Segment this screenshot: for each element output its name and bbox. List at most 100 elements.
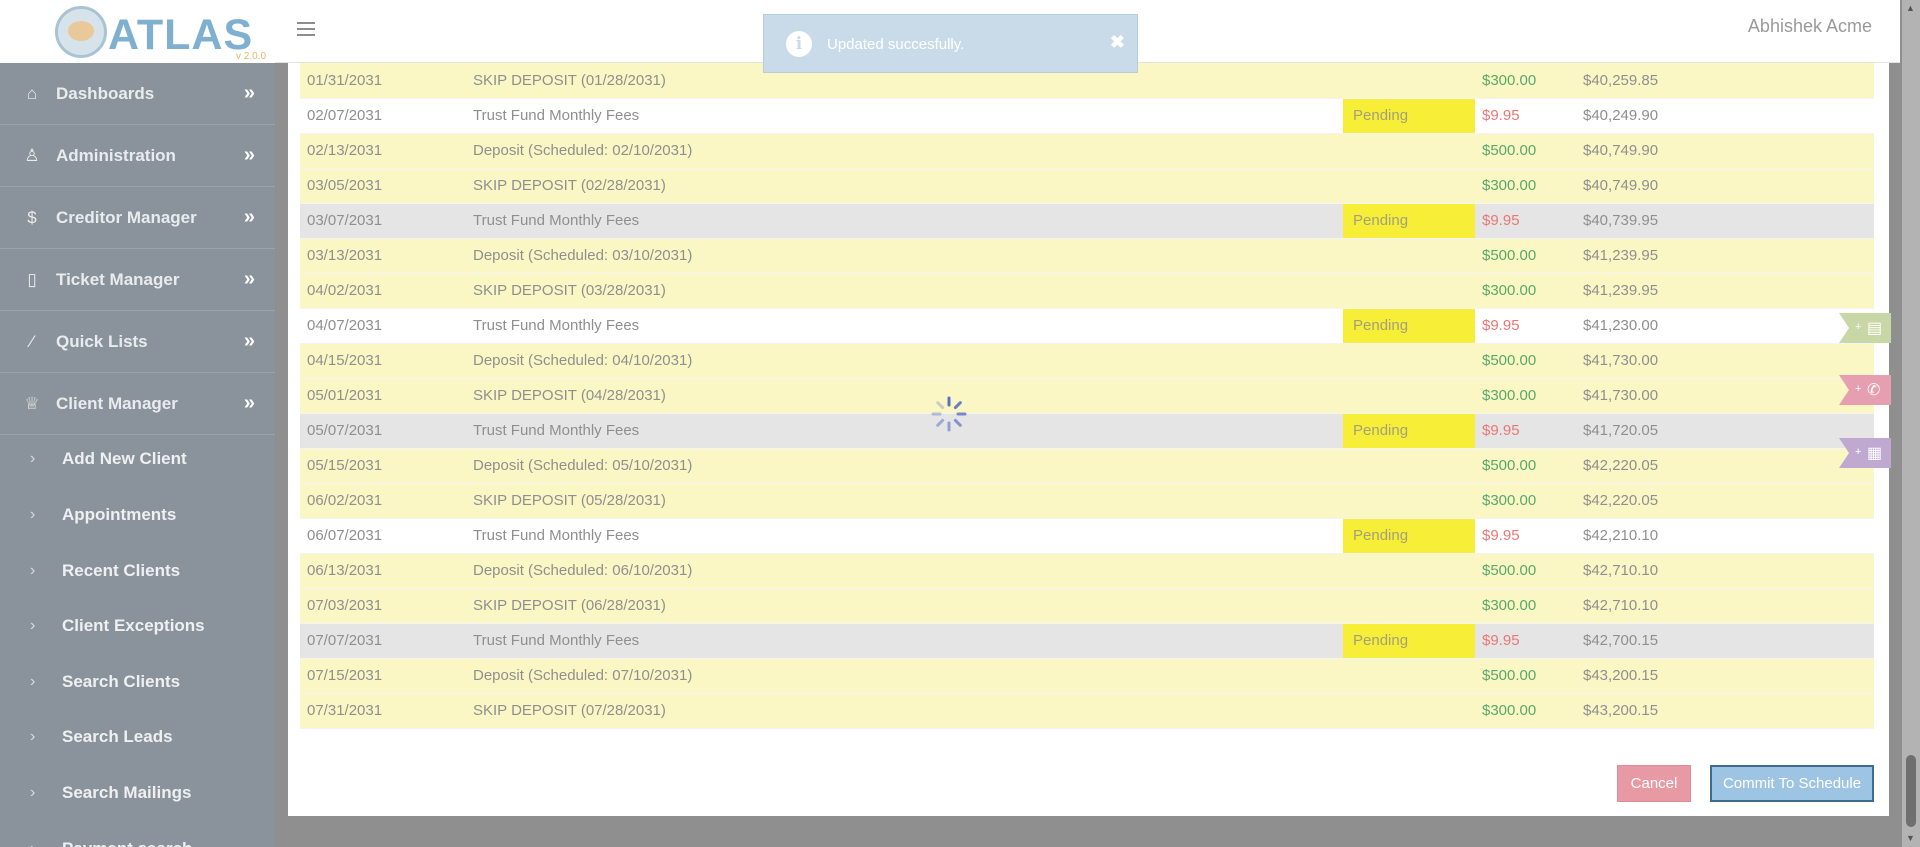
schedule-status: Pending bbox=[1343, 413, 1475, 449]
chevron-right-icon: › bbox=[30, 840, 44, 847]
schedule-description: SKIP DEPOSIT (05/28/2031) bbox=[460, 483, 1343, 519]
schedule-balance: $40,249.90 bbox=[1583, 98, 1874, 134]
sidebar-item-label: Dashboards bbox=[56, 83, 155, 103]
close-icon[interactable]: ✖ bbox=[1110, 32, 1125, 53]
schedule-description: SKIP DEPOSIT (07/28/2031) bbox=[460, 693, 1343, 729]
schedule-status bbox=[1343, 343, 1475, 379]
schedule-date: 07/03/2031 bbox=[300, 588, 460, 624]
chevron-right-icon: › bbox=[30, 450, 36, 467]
schedule-balance: $41,239.95 bbox=[1583, 273, 1874, 309]
schedule-description: SKIP DEPOSIT (06/28/2031) bbox=[460, 588, 1343, 624]
schedule-date: 04/07/2031 bbox=[300, 308, 460, 344]
schedule-row: 06/13/2031 Deposit (Scheduled: 06/10/2031… bbox=[300, 553, 1874, 589]
sidebar-subitem-search-clients[interactable]: › Search Clients bbox=[0, 654, 275, 710]
schedule-balance: $43,200.15 bbox=[1583, 693, 1874, 729]
schedule-amount: $500.00 bbox=[1475, 238, 1583, 274]
user-name[interactable]: Abhishek Acme bbox=[1748, 16, 1872, 37]
schedule-balance: $41,720.05 bbox=[1583, 413, 1874, 449]
schedule-amount: $9.95 bbox=[1475, 98, 1583, 134]
schedule-description: Deposit (Scheduled: 02/10/2031) bbox=[460, 133, 1343, 169]
schedule-row: 05/07/2031 Trust Fund Monthly Fees Pending… bbox=[300, 413, 1874, 449]
schedule-amount: $300.00 bbox=[1475, 483, 1583, 519]
schedule-amount: $300.00 bbox=[1475, 378, 1583, 414]
schedule-description: SKIP DEPOSIT (02/28/2031) bbox=[460, 168, 1343, 204]
schedule-status bbox=[1343, 378, 1475, 414]
sidebar-subitem-payment-search[interactable]: › Payment search bbox=[0, 821, 275, 847]
schedule-balance: $42,700.15 bbox=[1583, 623, 1874, 659]
schedule-row: 07/15/2031 Deposit (Scheduled: 07/10/2031… bbox=[300, 658, 1874, 694]
schedule-row: 07/07/2031 Trust Fund Monthly Fees Pending… bbox=[300, 623, 1874, 659]
globe-logo-icon bbox=[55, 6, 107, 58]
schedule-amount: $500.00 bbox=[1475, 658, 1583, 694]
schedule-balance: $42,710.10 bbox=[1583, 588, 1874, 624]
scrollbar-thumb[interactable] bbox=[1906, 755, 1916, 827]
sidebar-subitem-label: Payment search bbox=[62, 839, 192, 847]
chevron-right-icon: › bbox=[30, 506, 36, 523]
double-chevron-right-icon: » bbox=[243, 82, 255, 104]
double-chevron-right-icon: » bbox=[243, 268, 255, 290]
sidebar-subitem-client-exceptions[interactable]: › Client Exceptions bbox=[0, 598, 275, 654]
toast-message: Updated succesfully. bbox=[827, 36, 965, 53]
sidebar-subitem-search-mailings[interactable]: › Search Mailings bbox=[0, 765, 275, 821]
schedule-description: Deposit (Scheduled: 07/10/2031) bbox=[460, 658, 1343, 694]
sidebar-item-dashboards[interactable]: ⌂ Dashboards » bbox=[0, 63, 275, 125]
schedule-status: Pending bbox=[1343, 518, 1475, 554]
schedule-description: Trust Fund Monthly Fees bbox=[460, 413, 1343, 449]
schedule-row: 07/31/2031 SKIP DEPOSIT (07/28/2031) $300.… bbox=[300, 693, 1874, 729]
sidebar-subitem-add-new-client[interactable]: › Add New Client bbox=[0, 431, 275, 487]
schedule-description: Deposit (Scheduled: 03/10/2031) bbox=[460, 238, 1343, 274]
schedule-amount: $9.95 bbox=[1475, 518, 1583, 554]
schedule-status bbox=[1343, 448, 1475, 484]
schedule-row: 05/01/2031 SKIP DEPOSIT (04/28/2031) $300.… bbox=[300, 378, 1874, 414]
commit-to-schedule-button[interactable]: Commit To Schedule bbox=[1710, 765, 1874, 802]
sidebar-item-quick-lists[interactable]: ⁄ Quick Lists » bbox=[0, 311, 275, 373]
sidebar-item-client-manager[interactable]: ♕ Client Manager » bbox=[0, 373, 275, 435]
schedule-amount: $9.95 bbox=[1475, 203, 1583, 239]
sidebar-item-administration[interactable]: ♙ Administration » bbox=[0, 125, 275, 187]
cancel-button[interactable]: Cancel bbox=[1617, 765, 1691, 802]
schedule-status bbox=[1343, 693, 1475, 729]
scroll-down-arrow-icon[interactable]: ▼ bbox=[1906, 833, 1915, 843]
double-chevron-right-icon: » bbox=[243, 206, 255, 228]
schedule-row: 07/03/2031 SKIP DEPOSIT (06/28/2031) $300.… bbox=[300, 588, 1874, 624]
schedule-date: 02/07/2031 bbox=[300, 98, 460, 134]
sidebar-subitem-label: Search Leads bbox=[62, 727, 173, 746]
sidebar-item-label: Quick Lists bbox=[56, 331, 148, 351]
schedule-row: 05/15/2031 Deposit (Scheduled: 05/10/2031… bbox=[300, 448, 1874, 484]
schedule-status bbox=[1343, 273, 1475, 309]
schedule-date: 06/13/2031 bbox=[300, 553, 460, 589]
logo[interactable]: ATLAS v 2.0.0 bbox=[0, 0, 275, 63]
scroll-up-arrow-icon[interactable]: ▲ bbox=[1906, 3, 1915, 13]
sidebar-item-creditor-manager[interactable]: $ Creditor Manager » bbox=[0, 187, 275, 249]
schedule-status: Pending bbox=[1343, 203, 1475, 239]
logo-text: ATLAS bbox=[108, 11, 254, 59]
schedule-date: 05/07/2031 bbox=[300, 413, 460, 449]
schedule-balance: $40,749.90 bbox=[1583, 133, 1874, 169]
document-icon: ▤ bbox=[1867, 320, 1883, 337]
schedule-balance: $41,730.00 bbox=[1583, 378, 1874, 414]
schedule-amount: $9.95 bbox=[1475, 623, 1583, 659]
dollar-icon: $ bbox=[27, 207, 37, 227]
schedule-row: 06/07/2031 Trust Fund Monthly Fees Pending… bbox=[300, 518, 1874, 554]
schedule-balance: $40,259.85 bbox=[1583, 63, 1874, 99]
page-scrollbar[interactable]: ▲ ▼ bbox=[1902, 0, 1920, 847]
schedule-status bbox=[1343, 238, 1475, 274]
schedule-row: 03/13/2031 Deposit (Scheduled: 03/10/2031… bbox=[300, 238, 1874, 274]
sidebar-subitem-recent-clients[interactable]: › Recent Clients bbox=[0, 543, 275, 599]
chevron-right-icon: › bbox=[30, 562, 36, 579]
schedule-date: 03/07/2031 bbox=[300, 203, 460, 239]
building-icon: ▯ bbox=[27, 269, 37, 289]
chevron-right-icon: › bbox=[30, 673, 36, 690]
sidebar-subitem-appointments[interactable]: › Appointments bbox=[0, 487, 275, 543]
sidebar-item-ticket-manager[interactable]: ▯ Ticket Manager » bbox=[0, 249, 275, 311]
schedule-row: 04/07/2031 Trust Fund Monthly Fees Pending… bbox=[300, 308, 1874, 344]
schedule-description: SKIP DEPOSIT (03/28/2031) bbox=[460, 273, 1343, 309]
sidebar-subitem-search-leads[interactable]: › Search Leads bbox=[0, 709, 275, 765]
schedule-date: 07/31/2031 bbox=[300, 693, 460, 729]
schedule-row: 03/07/2031 Trust Fund Monthly Fees Pending… bbox=[300, 203, 1874, 239]
schedule-amount: $500.00 bbox=[1475, 133, 1583, 169]
schedule-date: 03/13/2031 bbox=[300, 238, 460, 274]
sidebar-item-label: Ticket Manager bbox=[56, 269, 180, 289]
schedule-description: SKIP DEPOSIT (04/28/2031) bbox=[460, 378, 1343, 414]
hamburger-menu-icon[interactable] bbox=[297, 22, 315, 36]
